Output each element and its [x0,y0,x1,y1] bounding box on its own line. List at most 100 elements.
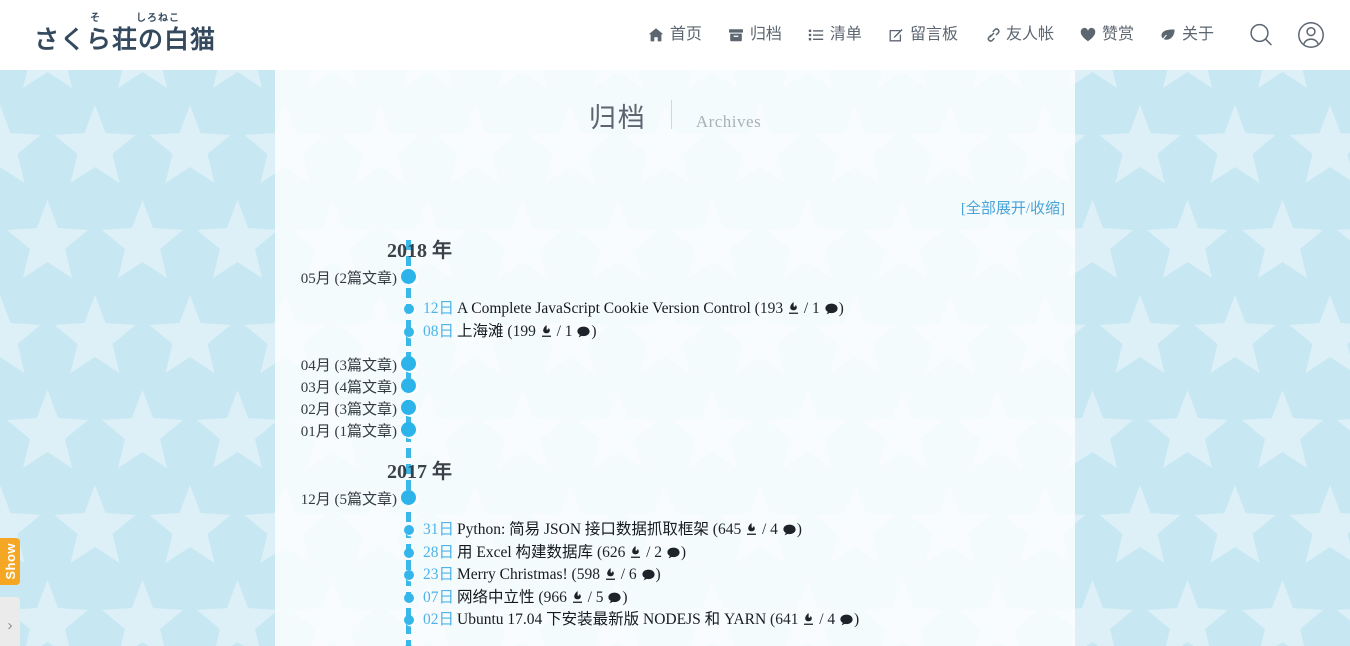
post-title-link[interactable]: Merry Christmas! [457,566,568,583]
toggle-all-row: [全部展开/收缩] [275,135,1075,218]
views-flame-icon [788,302,799,315]
post-date[interactable]: 23日 [423,566,454,583]
timeline-post-row[interactable]: 12日A Complete JavaScript Cookie Version … [275,298,1075,321]
archives-timeline: 2018 年05月 (2篇文章) 12日A Complete JavaScript… [275,234,1075,646]
timeline-post-dot [404,615,414,625]
sidebar-expand-handle[interactable]: › [0,597,20,646]
comments-bubble-icon [577,326,590,338]
show-tab-label: Show [4,543,17,580]
link-chain-icon [984,27,1000,43]
post-date[interactable]: 08日 [423,323,454,340]
timeline-month-row[interactable]: 01月 (1篇文章) [275,419,1075,441]
timeline-month-label[interactable]: 03月 (4篇文章) [275,376,397,397]
post-date[interactable]: 31日 [423,521,454,538]
timeline-post-text: 23日Merry Christmas! (598 / 6 ) [423,564,661,585]
archive-box-icon [728,27,744,43]
timeline-post-text: 12日A Complete JavaScript Cookie Version … [423,298,844,319]
post-date[interactable]: 02日 [423,611,454,628]
timeline-post-row[interactable]: 08日上海滩 (199 / 1 ) [275,321,1075,344]
nav-item-archives[interactable]: 归档 [728,27,782,43]
timeline-year-label: 2017 年 [387,455,452,484]
timeline-post-text: 02日Ubuntu 17.04 下安装最新版 NODEJS 和 YARN (64… [423,609,859,630]
timeline-post-row[interactable]: 07日网络中立性 (966 / 5 ) [275,587,1075,610]
timeline-month-label[interactable]: 04月 (3篇文章) [275,354,397,375]
leaf-icon [1160,27,1176,43]
nav-item-guestbook[interactable]: 留言板 [888,27,958,43]
nav-item-donate[interactable]: 赞赏 [1080,27,1134,43]
comments-bubble-icon [783,524,796,536]
timeline-post-text: 28日用 Excel 构建数据库 (626 / 2 ) [423,542,686,563]
timeline-month-row[interactable]: 05月 (2篇文章) [275,266,1075,288]
timeline-month-row[interactable]: 03月 (4篇文章) [275,375,1075,397]
comments-bubble-icon [667,547,680,559]
timeline-post-row[interactable]: 02日Ubuntu 17.04 下安装最新版 NODEJS 和 YARN (64… [275,609,1075,632]
nav-label-about: 关于 [1182,27,1214,43]
comments-bubble-icon [825,303,838,315]
timeline-month-row[interactable]: 12月 (5篇文章) [275,487,1075,509]
timeline-post-row[interactable]: 23日Merry Christmas! (598 / 6 ) [275,564,1075,587]
post-meta: (193 / 1 ) [751,300,844,317]
views-flame-icon [605,568,616,581]
post-meta: (199 / 1 ) [504,323,597,340]
main-navigation: 首页 归档 [648,27,1214,43]
nav-item-friends[interactable]: 友人帐 [984,27,1054,43]
timeline-post-dot [404,548,414,558]
post-date[interactable]: 28日 [423,544,454,561]
page-subtitle: Archives [672,112,761,132]
timeline-post-text: 08日上海滩 (199 / 1 ) [423,321,597,342]
timeline-month-label[interactable]: 02月 (3篇文章) [275,398,397,419]
comments-bubble-icon [642,569,655,581]
timeline-month-dot[interactable] [401,356,416,371]
timeline-post-row[interactable]: 31日Python: 简易 JSON 接口数据抓取框架 (645 / 4 ) [275,519,1075,542]
nav-item-about[interactable]: 关于 [1160,27,1214,43]
page-title-block: 归档 Archives [275,70,1075,135]
post-title-link[interactable]: 用 Excel 构建数据库 [457,544,593,561]
nav-item-home[interactable]: 首页 [648,27,702,43]
logo-ruby-annotations: そ しろねこ [34,14,216,28]
timeline-post-dot [404,593,414,603]
page-title: 归档 [589,96,671,135]
timeline-month-label[interactable]: 11月 (2篇文章) [275,643,397,646]
timeline-month-row[interactable]: 04月 (3篇文章) [275,353,1075,375]
post-date[interactable]: 07日 [423,589,454,606]
search-button[interactable] [1244,18,1278,52]
header-right-area: 首页 归档 [648,18,1328,52]
home-icon [648,27,664,43]
nav-label-home: 首页 [670,27,702,43]
toggle-all-link[interactable]: [全部展开/收缩] [961,201,1065,217]
timeline-post-dot [404,525,414,535]
timeline-month-row[interactable]: 11月 (2篇文章) [275,642,1075,646]
ruby-shironeko: しろねこ [136,14,180,24]
post-title-link[interactable]: A Complete JavaScript Cookie Version Con… [457,300,751,317]
timeline-month-row[interactable]: 02月 (3篇文章) [275,397,1075,419]
site-title-text: さくら荘の白猫 [34,28,216,53]
timeline-month-dot[interactable] [401,490,416,505]
timeline-month-label[interactable]: 05月 (2篇文章) [275,267,397,288]
post-title-link[interactable]: Python: 简易 JSON 接口数据抓取框架 [457,521,709,538]
post-title-link[interactable]: 上海滩 [457,323,504,340]
post-date[interactable]: 12日 [423,300,454,317]
comments-bubble-icon [608,592,621,604]
nav-label-donate: 赞赏 [1102,27,1134,43]
timeline-month-label[interactable]: 12月 (5篇文章) [275,488,397,509]
site-logo[interactable]: そ しろねこ さくら荘の白猫 [34,18,216,53]
ruby-so: そ [90,14,100,24]
timeline-post-row[interactable]: 28日用 Excel 构建数据库 (626 / 2 ) [275,542,1075,565]
post-title-link[interactable]: Ubuntu 17.04 下安装最新版 NODEJS 和 YARN [457,611,766,628]
show-sidebar-tab[interactable]: Show [0,538,20,585]
post-meta: (626 / 2 ) [593,544,686,561]
archives-content-panel: 归档 Archives [全部展开/收缩] 2018 年05月 (2篇文章) 12… [275,70,1075,646]
timeline-month-dot[interactable] [401,378,416,393]
header-action-buttons [1244,18,1328,52]
side-widget: Show › [0,538,20,646]
nav-item-list[interactable]: 清单 [808,27,862,43]
timeline-year-row: 2018 年 [275,234,1075,266]
timeline-month-dot[interactable] [401,422,416,437]
views-flame-icon [803,613,814,626]
timeline-month-label[interactable]: 01月 (1篇文章) [275,420,397,441]
account-button[interactable] [1294,18,1328,52]
post-title-link[interactable]: 网络中立性 [457,589,535,606]
timeline-month-dot[interactable] [401,269,416,284]
timeline-month-dot[interactable] [401,400,416,415]
views-flame-icon [541,325,552,338]
